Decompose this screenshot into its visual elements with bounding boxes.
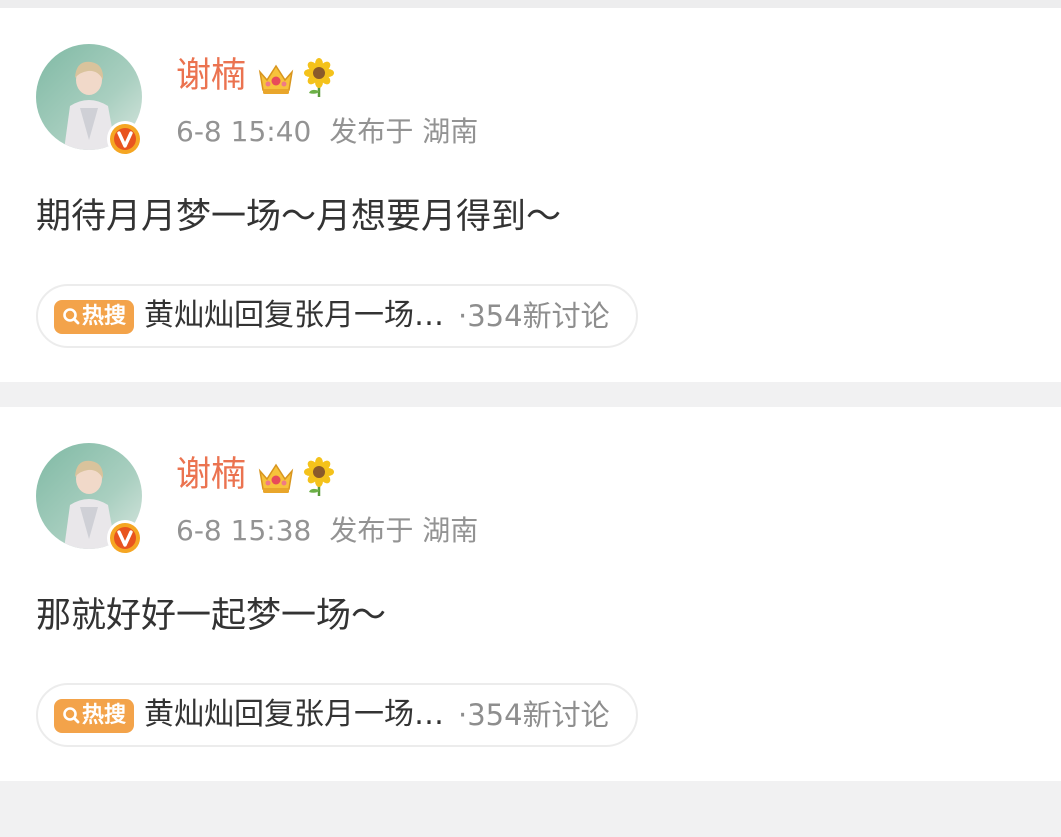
author-name[interactable]: 谢楠 (176, 54, 246, 98)
sunflower-icon (300, 457, 338, 497)
verified-badge-icon (106, 519, 144, 557)
post-content[interactable]: 期待月月梦一场～月想要月得到～ (36, 194, 561, 240)
hot-topic-link[interactable]: 热搜 黄灿灿回复张月一场… ·354新讨论 (36, 284, 638, 348)
weibo-post[interactable]: 谢楠 6-8 15:38 发布于 湖南 那就好好一起梦一场～ 热搜 黄灿灿回复张… (0, 407, 1061, 781)
topic-discussion-count: ·354新讨论 (458, 698, 610, 732)
top-separator (0, 0, 1061, 8)
verified-badge-icon (106, 120, 144, 158)
post-meta: 6-8 15:38 发布于 湖南 (176, 511, 478, 551)
post-time: 6-8 15:38 (176, 514, 312, 547)
sunflower-icon (300, 58, 338, 98)
crown-icon (256, 457, 296, 497)
post-meta: 6-8 15:40 发布于 湖南 (176, 112, 478, 152)
weibo-post[interactable]: 谢楠 6-8 15:40 发布于 湖南 期待月月梦一场～月想要月得到～ 热搜 黄… (0, 8, 1061, 382)
author-name[interactable]: 谢楠 (176, 453, 246, 497)
topic-title: 黄灿灿回复张月一场… (144, 298, 444, 333)
hot-search-tag: 热搜 (54, 300, 134, 334)
post-location: 发布于 湖南 (329, 115, 479, 148)
hot-topic-link[interactable]: 热搜 黄灿灿回复张月一场… ·354新讨论 (36, 683, 638, 747)
post-time: 6-8 15:40 (176, 115, 312, 148)
hot-search-label: 热搜 (82, 304, 127, 329)
topic-discussion-count: ·354新讨论 (458, 299, 610, 333)
search-icon (63, 308, 80, 325)
post-content[interactable]: 那就好好一起梦一场～ (36, 593, 386, 639)
topic-title: 黄灿灿回复张月一场… (144, 697, 444, 732)
crown-icon (256, 58, 296, 98)
hot-search-label: 热搜 (82, 703, 127, 728)
hot-search-tag: 热搜 (54, 699, 134, 733)
search-icon (63, 707, 80, 724)
post-location: 发布于 湖南 (329, 514, 479, 547)
